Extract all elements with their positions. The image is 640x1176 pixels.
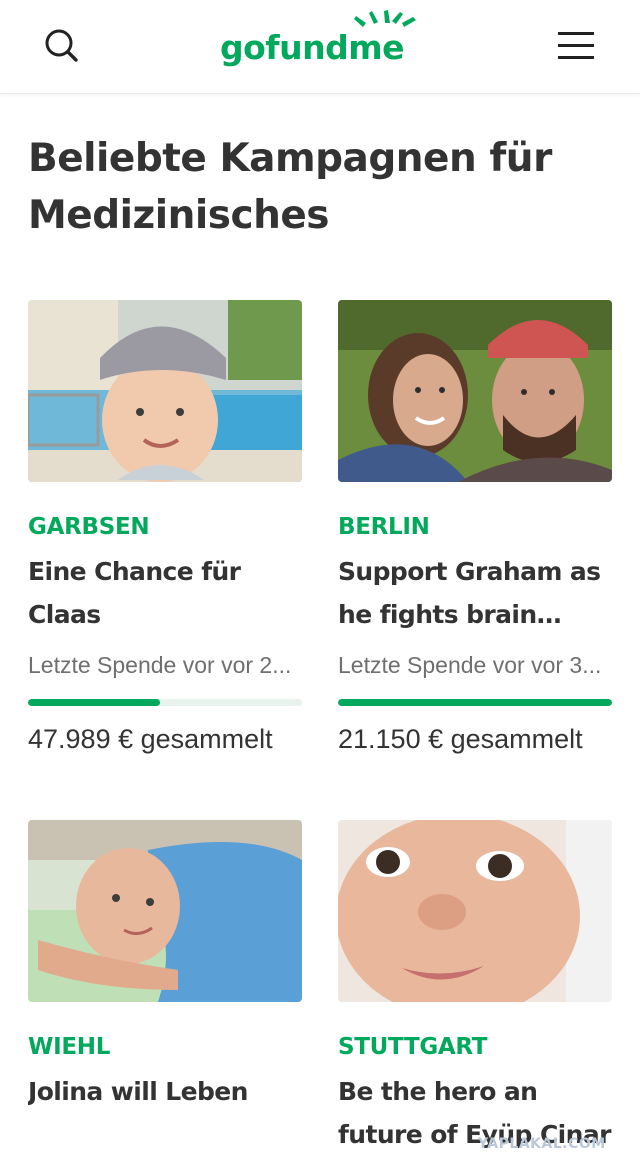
campaign-image[interactable] — [338, 820, 612, 1002]
campaign-image[interactable] — [338, 300, 612, 482]
logo-wordmark: gofundme — [220, 28, 405, 67]
campaign-card[interactable]: STUTTGART Be the hero an future of Eyüp … — [338, 820, 612, 1160]
campaign-location: GARBSEN — [28, 514, 150, 540]
last-donation-text: Letzte Spende vor vor 3... — [338, 652, 602, 678]
campaign-card[interactable]: BERLIN Support Graham as he fights brain… — [338, 300, 612, 760]
campaign-location: WIEHL — [28, 1034, 111, 1060]
campaign-title[interactable]: Jolina will Leben — [28, 1070, 310, 1113]
search-icon — [45, 29, 78, 62]
campaign-location: STUTTGART — [338, 1034, 488, 1060]
photo-couple-selfie-outdoors — [338, 300, 612, 482]
section-title: Beliebte Kampagnen für Medizinisches — [28, 136, 552, 238]
photo-boy-with-cap-at-pool — [28, 300, 302, 482]
campaign-location: BERLIN — [338, 514, 430, 540]
campaign-card[interactable]: WIEHL Jolina will Leben — [28, 820, 302, 1160]
progress-bar-fill — [28, 699, 160, 706]
progress-bar — [28, 699, 302, 706]
amount-raised: 47.989 € gesammelt — [28, 724, 273, 754]
search-button[interactable] — [40, 26, 84, 66]
campaign-card[interactable]: GARBSEN Eine Chance für Claas Letzte Spe… — [28, 300, 302, 760]
watermark: YAPLAKAL.COM — [478, 1136, 606, 1152]
photo-girl-lying-on-pillow — [28, 820, 302, 1002]
gofundme-logo[interactable]: gofundme — [220, 6, 430, 76]
menu-button[interactable] — [556, 28, 596, 64]
progress-bar — [338, 699, 612, 706]
hamburger-menu-icon — [558, 32, 594, 59]
amount-raised: 21.150 € gesammelt — [338, 724, 583, 754]
top-nav-bar: gofundme — [0, 0, 640, 94]
last-donation-text: Letzte Spende vor vor 2... — [28, 652, 292, 678]
campaign-title[interactable]: Support Graham as he fights brain canc..… — [338, 550, 620, 636]
photo-baby-face-closeup — [338, 820, 612, 1002]
campaign-image[interactable] — [28, 300, 302, 482]
progress-bar-fill — [338, 699, 612, 706]
campaign-title[interactable]: Eine Chance für Claas — [28, 550, 310, 636]
campaign-image[interactable] — [28, 820, 302, 1002]
